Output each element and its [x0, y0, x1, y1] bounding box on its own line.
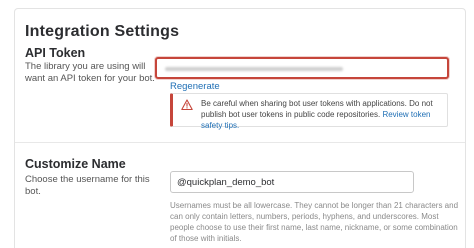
regenerate-link[interactable]: Regenerate	[170, 81, 220, 92]
warning-icon	[181, 99, 193, 111]
bot-username-value: @quickplan_demo_bot	[177, 177, 275, 188]
api-token-field[interactable]	[155, 57, 449, 79]
customize-name-label: Customize Name	[25, 157, 126, 171]
username-help-text: Usernames must be all lowercase. They ca…	[170, 201, 459, 243]
page-title: Integration Settings	[25, 23, 180, 40]
api-token-label: API Token	[25, 46, 86, 60]
redacted-token-value	[165, 67, 343, 71]
integration-settings-panel: Integration Settings API Token The libra…	[14, 8, 466, 248]
token-warning-box: Be careful when sharing bot user tokens …	[170, 93, 448, 130]
bot-username-input[interactable]: @quickplan_demo_bot	[170, 171, 414, 193]
customize-name-description: Choose the username for this bot.	[25, 174, 150, 197]
section-divider	[15, 142, 465, 143]
api-token-description: The library you are using will want an A…	[25, 61, 155, 84]
warning-message: Be careful when sharing bot user tokens …	[201, 98, 445, 131]
